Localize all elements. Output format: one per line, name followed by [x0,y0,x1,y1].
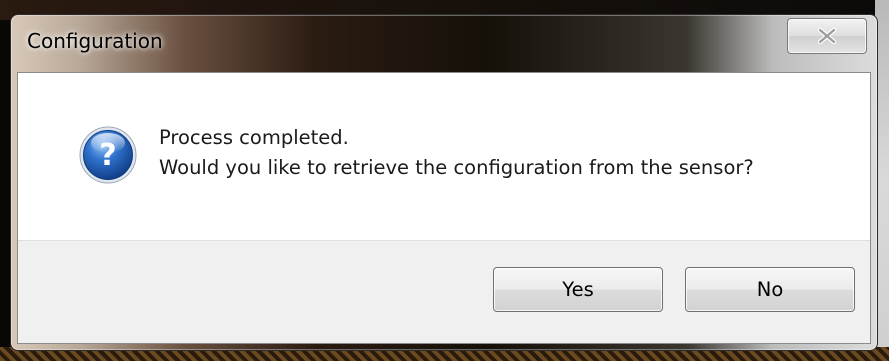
dialog-client-area: ? Process completed. Would you like to r… [17,72,871,344]
title-bar[interactable]: Configuration [11,15,877,72]
message-line-1: Process completed. [159,126,349,149]
message-text: Process completed. Would you like to ret… [159,123,754,183]
window-title: Configuration [27,29,163,53]
close-icon [818,28,836,44]
message-line-2: Would you like to retrieve the configura… [159,156,754,179]
svg-text:?: ? [99,138,116,173]
configuration-dialog: Configuration ? Process completed. Would… [10,14,878,351]
message-area: ? Process completed. Would you like to r… [18,73,870,240]
close-button[interactable] [787,18,867,54]
no-button[interactable]: No [685,267,855,312]
question-icon: ? [79,126,137,184]
yes-button[interactable]: Yes [493,267,663,312]
button-bar: Yes No [18,240,870,343]
